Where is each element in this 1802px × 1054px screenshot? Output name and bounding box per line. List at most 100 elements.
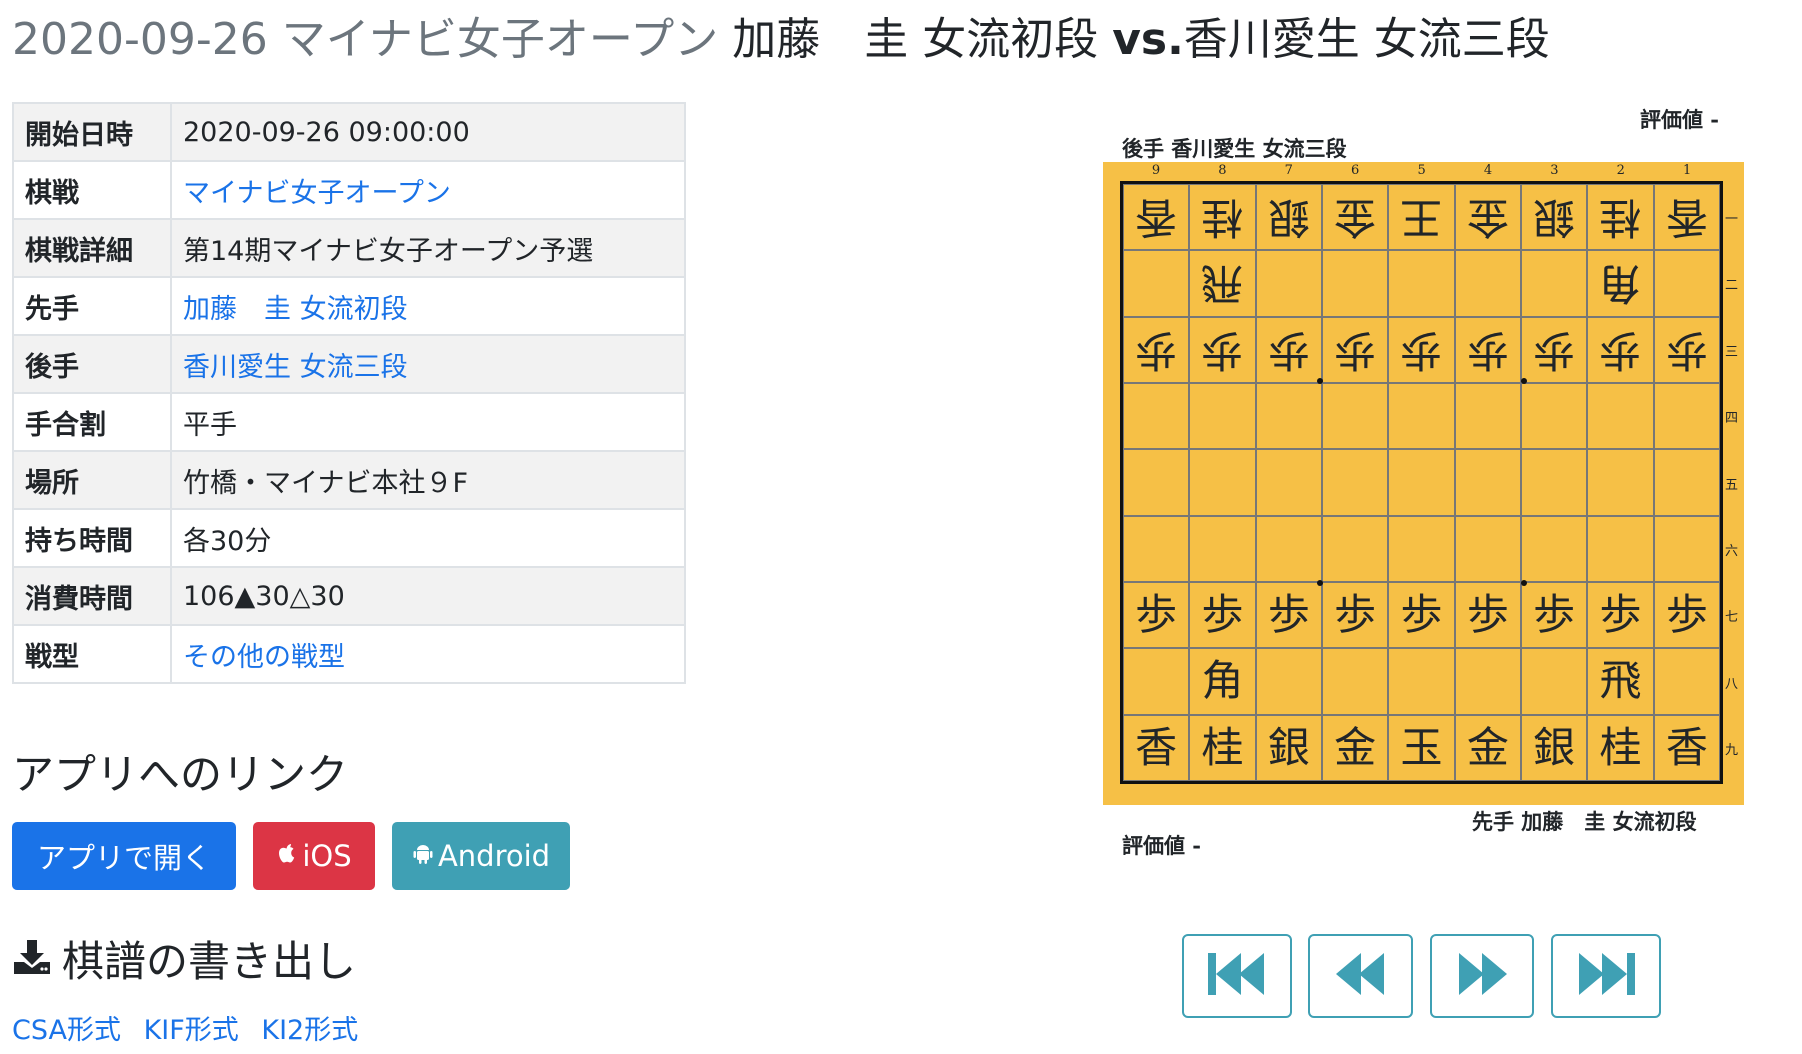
board-square[interactable] xyxy=(1123,648,1190,715)
board-square[interactable]: 歩 xyxy=(1587,582,1654,649)
board-square[interactable]: 歩 xyxy=(1189,316,1256,383)
board-square[interactable] xyxy=(1653,648,1720,715)
sente-piece: 歩 xyxy=(1400,590,1443,640)
board-square[interactable] xyxy=(1653,515,1720,582)
board-square[interactable] xyxy=(1123,515,1190,582)
board-square[interactable] xyxy=(1521,515,1588,582)
board-square[interactable] xyxy=(1189,449,1256,516)
board-square[interactable]: 香 xyxy=(1653,184,1720,251)
board-square[interactable] xyxy=(1189,515,1256,582)
board-square[interactable]: 飛 xyxy=(1189,250,1256,317)
board-square[interactable] xyxy=(1521,383,1588,450)
board-square[interactable]: 歩 xyxy=(1322,316,1389,383)
board-square[interactable] xyxy=(1388,449,1455,516)
sente-piece: 金 xyxy=(1466,722,1509,772)
board-square[interactable]: 香 xyxy=(1653,714,1720,781)
board-square[interactable]: 桂 xyxy=(1587,714,1654,781)
board-square[interactable] xyxy=(1587,515,1654,582)
board-square[interactable] xyxy=(1653,383,1720,450)
board-square[interactable]: 銀 xyxy=(1255,714,1322,781)
board-square[interactable]: 歩 xyxy=(1388,316,1455,383)
ios-button[interactable]: iOS xyxy=(253,822,375,890)
board-square[interactable]: 金 xyxy=(1322,714,1389,781)
board-square[interactable] xyxy=(1189,383,1256,450)
board-square[interactable]: 桂 xyxy=(1189,184,1256,251)
board-square[interactable]: 歩 xyxy=(1388,582,1455,649)
board-square[interactable] xyxy=(1255,250,1322,317)
board-square[interactable] xyxy=(1255,383,1322,450)
board-square[interactable]: 銀 xyxy=(1521,184,1588,251)
board-square[interactable] xyxy=(1255,449,1322,516)
board-square[interactable] xyxy=(1454,449,1521,516)
board-square[interactable] xyxy=(1388,383,1455,450)
board-square[interactable]: 歩 xyxy=(1454,316,1521,383)
board-square[interactable] xyxy=(1322,515,1389,582)
board-square[interactable] xyxy=(1454,383,1521,450)
board-square[interactable]: 金 xyxy=(1454,714,1521,781)
board-square[interactable]: 角 xyxy=(1189,648,1256,715)
board-square[interactable] xyxy=(1521,250,1588,317)
board-square[interactable] xyxy=(1322,449,1389,516)
board-square[interactable] xyxy=(1255,648,1322,715)
board-square[interactable]: 桂 xyxy=(1587,184,1654,251)
board-square[interactable] xyxy=(1653,250,1720,317)
board-square[interactable]: 歩 xyxy=(1587,316,1654,383)
board-square[interactable] xyxy=(1454,648,1521,715)
board-square[interactable]: 金 xyxy=(1322,184,1389,251)
board-square[interactable]: 歩 xyxy=(1123,316,1190,383)
board-square[interactable]: 歩 xyxy=(1123,582,1190,649)
board-square[interactable] xyxy=(1454,515,1521,582)
info-value[interactable]: その他の戦型 xyxy=(170,624,686,684)
board-square[interactable] xyxy=(1653,449,1720,516)
board-square[interactable]: 歩 xyxy=(1189,582,1256,649)
board-square[interactable]: 王 xyxy=(1388,184,1455,251)
board-square[interactable] xyxy=(1587,449,1654,516)
board-square[interactable]: 歩 xyxy=(1653,582,1720,649)
gote-piece: 金 xyxy=(1466,193,1509,243)
board-square[interactable] xyxy=(1123,250,1190,317)
board-square[interactable]: 香 xyxy=(1123,184,1190,251)
info-value[interactable]: 香川愛生 女流三段 xyxy=(170,334,686,394)
ki2-export-link[interactable]: KI2形式 xyxy=(261,1015,358,1046)
board-square[interactable]: 飛 xyxy=(1587,648,1654,715)
board-square[interactable]: 銀 xyxy=(1521,714,1588,781)
board-square[interactable]: 歩 xyxy=(1521,582,1588,649)
board-square[interactable] xyxy=(1322,250,1389,317)
first-move-button[interactable] xyxy=(1182,934,1292,1018)
board-square[interactable]: 香 xyxy=(1123,714,1190,781)
board-square[interactable] xyxy=(1123,449,1190,516)
info-value[interactable]: 加藤 圭 女流初段 xyxy=(170,276,686,336)
board-square[interactable]: 歩 xyxy=(1255,316,1322,383)
board-square[interactable] xyxy=(1322,383,1389,450)
board-square[interactable] xyxy=(1388,648,1455,715)
next-move-button[interactable] xyxy=(1430,934,1534,1018)
board-square[interactable] xyxy=(1521,648,1588,715)
kif-export-link[interactable]: KIF形式 xyxy=(144,1015,239,1046)
board-square[interactable]: 玉 xyxy=(1388,714,1455,781)
prev-move-button[interactable] xyxy=(1308,934,1413,1018)
board-square[interactable] xyxy=(1123,383,1190,450)
board-square[interactable]: 歩 xyxy=(1255,582,1322,649)
board-square[interactable]: 歩 xyxy=(1521,316,1588,383)
info-row: 戦型 その他の戦型 xyxy=(12,624,686,684)
board-square[interactable] xyxy=(1255,515,1322,582)
csa-export-link[interactable]: CSA形式 xyxy=(12,1015,121,1046)
board-square[interactable]: 歩 xyxy=(1653,316,1720,383)
board-square[interactable] xyxy=(1322,648,1389,715)
board-square[interactable]: 角 xyxy=(1587,250,1654,317)
board-square[interactable] xyxy=(1587,383,1654,450)
board-square[interactable]: 金 xyxy=(1454,184,1521,251)
board-square[interactable] xyxy=(1521,449,1588,516)
board-square[interactable]: 桂 xyxy=(1189,714,1256,781)
last-move-button[interactable] xyxy=(1551,934,1661,1018)
board-square[interactable] xyxy=(1388,250,1455,317)
board-square[interactable]: 歩 xyxy=(1322,582,1389,649)
info-value[interactable]: マイナビ女子オープン xyxy=(170,160,686,220)
board-square[interactable] xyxy=(1454,250,1521,317)
board-square[interactable]: 歩 xyxy=(1454,582,1521,649)
rank-number: 六 xyxy=(1725,544,1739,559)
open-in-app-button[interactable]: アプリで開く xyxy=(12,822,236,890)
android-button[interactable]: Android xyxy=(392,822,570,890)
board-square[interactable]: 銀 xyxy=(1255,184,1322,251)
board-square[interactable] xyxy=(1388,515,1455,582)
